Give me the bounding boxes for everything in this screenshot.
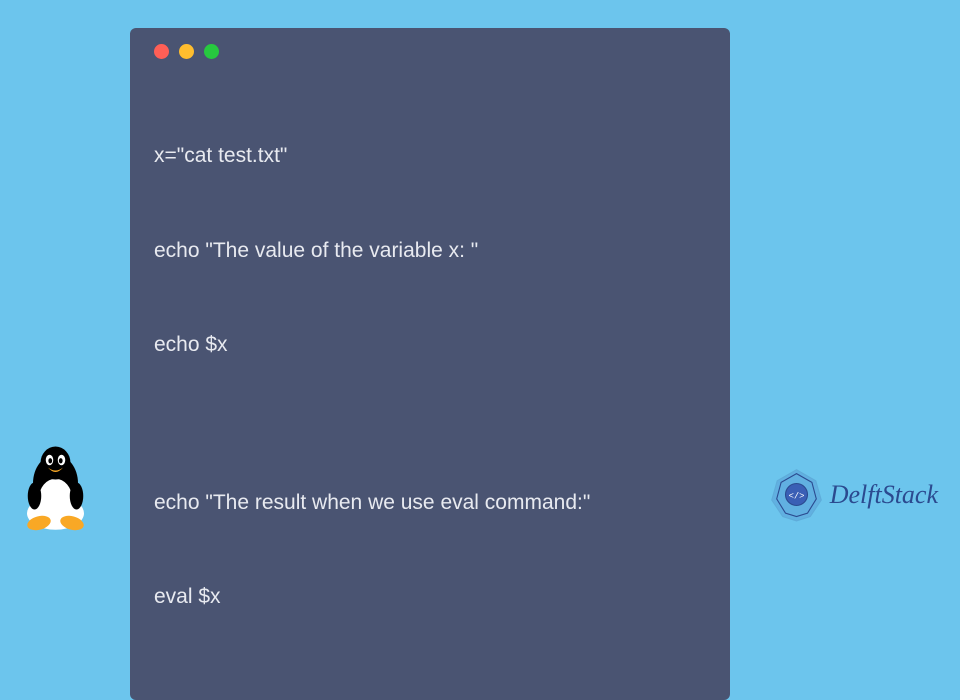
delftstack-brand: </> DelftStack xyxy=(769,467,938,522)
close-icon xyxy=(154,44,169,59)
brand-name: DelftStack xyxy=(830,480,938,510)
delftstack-logo-icon: </> xyxy=(769,467,824,522)
linux-tux-icon xyxy=(18,442,93,532)
code-block: x="cat test.txt" echo "The value of the … xyxy=(154,77,706,676)
svg-text:</>: </> xyxy=(788,491,804,501)
minimize-icon xyxy=(179,44,194,59)
code-line: echo "The result when we use eval comman… xyxy=(154,487,706,519)
code-window: x="cat test.txt" echo "The value of the … xyxy=(130,28,730,700)
maximize-icon xyxy=(204,44,219,59)
code-line: echo $x xyxy=(154,329,706,361)
code-line: eval $x xyxy=(154,581,706,613)
window-controls xyxy=(154,44,706,59)
code-line: x="cat test.txt" xyxy=(154,140,706,172)
code-line: echo "The value of the variable x: " xyxy=(154,235,706,267)
